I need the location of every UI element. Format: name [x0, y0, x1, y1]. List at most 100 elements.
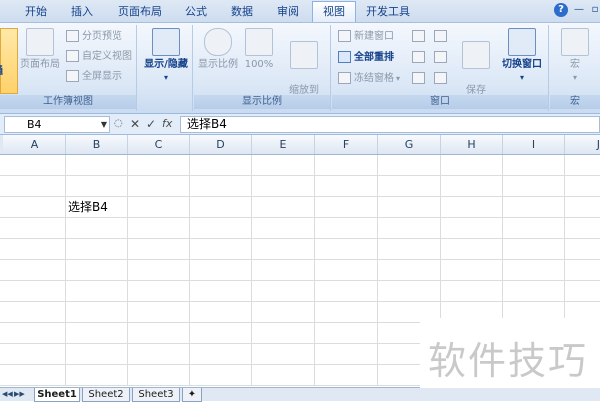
unhide-window-button[interactable]: [412, 71, 428, 87]
zoom-100-label: 100%: [244, 59, 274, 70]
show-hide-button[interactable]: 显示/隐藏 ▾: [142, 28, 190, 84]
tab-insert[interactable]: 插入: [64, 2, 100, 21]
arrange-all-icon: [338, 51, 351, 63]
help-icon[interactable]: ?: [554, 3, 568, 17]
column-header-d[interactable]: D: [190, 135, 252, 154]
enter-check-icon[interactable]: ✓: [146, 116, 156, 132]
first-sheet-icon[interactable]: ◀◀: [2, 389, 13, 400]
switch-windows-label: 切换窗口: [502, 59, 542, 70]
view-side-by-side-button[interactable]: [434, 29, 450, 45]
column-header-f[interactable]: F: [315, 135, 378, 154]
watermark-text: 软件技巧: [428, 339, 589, 383]
ribbon: 普通 页面布局 分页预览 自定义视图 全屏显示 工作簿视图 显示/隐藏 ▾ 显示…: [0, 23, 600, 114]
group-show-hide: 显示/隐藏 ▾: [138, 25, 193, 111]
page-break-preview-icon: [66, 30, 79, 42]
minimize-icon[interactable]: —: [572, 3, 586, 17]
synchronous-scrolling-icon: [434, 51, 447, 63]
switch-windows-button[interactable]: 切换窗口 ▾: [498, 28, 546, 84]
sheet-tab-bar: ◀◀ ▶▶ Sheet1 Sheet2 Sheet3 ✦: [0, 387, 600, 402]
unhide-window-icon: [412, 72, 425, 84]
column-headers: A B C D E F G H I J: [0, 135, 600, 155]
arrange-all-button[interactable]: 全部重排: [338, 50, 394, 66]
split-button[interactable]: [412, 29, 428, 45]
page-layout-view-button[interactable]: 页面布局: [18, 28, 62, 71]
freeze-panes-label: 冻结窗格: [354, 73, 394, 84]
normal-view-button[interactable]: 普通: [0, 28, 18, 94]
gridline: [377, 155, 378, 386]
new-window-button[interactable]: 新建窗口: [338, 29, 394, 45]
page-break-preview-button[interactable]: 分页预览: [66, 29, 122, 45]
zoom-group-label: 显示比例: [194, 95, 330, 109]
cancel-icon[interactable]: ✕: [130, 116, 140, 132]
zoom-button[interactable]: 显示比例: [198, 28, 238, 71]
column-header-g[interactable]: G: [378, 135, 441, 154]
new-window-label: 新建窗口: [354, 31, 394, 42]
full-screen-icon: [66, 70, 79, 82]
save-workspace-icon: [462, 41, 490, 69]
custom-views-button[interactable]: 自定义视图: [66, 49, 132, 65]
page-layout-view-label: 页面布局: [20, 59, 60, 70]
insert-function-icon[interactable]: fx: [162, 116, 172, 132]
name-box-dropdown-icon[interactable]: ▼: [79, 117, 107, 132]
gridline: [314, 155, 315, 386]
reset-window-position-button[interactable]: [434, 71, 450, 87]
column-header-h[interactable]: H: [441, 135, 503, 154]
column-header-j[interactable]: J: [565, 135, 600, 154]
tab-formulas[interactable]: 公式: [178, 2, 214, 21]
last-sheet-icon[interactable]: ▶▶: [14, 389, 25, 400]
formula-bar-handle-icon[interactable]: ◌: [114, 116, 123, 132]
macros-group-label: 宏: [550, 95, 600, 109]
restore-icon[interactable]: ▫: [588, 3, 600, 17]
window-group-label: 窗口: [332, 95, 548, 109]
zoom-to-selection-icon: [290, 41, 318, 69]
macros-dropdown-icon: ▾: [572, 73, 577, 82]
column-header-b[interactable]: B: [66, 135, 128, 154]
gridline: [127, 155, 128, 386]
view-side-by-side-icon: [434, 30, 447, 42]
arrange-all-label: 全部重排: [354, 52, 394, 63]
column-header-c[interactable]: C: [128, 135, 190, 154]
workbook-views-group-label: 工作簿视图: [0, 95, 136, 109]
tab-data[interactable]: 数据: [224, 2, 260, 21]
switch-windows-icon: [508, 28, 536, 56]
freeze-panes-dropdown-icon: ▾: [396, 74, 401, 83]
show-hide-dropdown-icon: ▾: [163, 73, 168, 82]
group-macros: 宏 ▾ 宏: [550, 25, 600, 111]
tab-page-layout[interactable]: 页面布局: [110, 2, 170, 21]
full-screen-button[interactable]: 全屏显示: [66, 69, 122, 85]
name-box[interactable]: B4 ▼: [4, 116, 110, 133]
freeze-panes-button[interactable]: 冻结窗格 ▾: [338, 71, 400, 87]
synchronous-scrolling-button[interactable]: [434, 50, 450, 66]
formula-input-value: 选择B4: [187, 117, 227, 131]
macros-icon: [561, 28, 589, 56]
full-screen-label: 全屏显示: [82, 71, 122, 82]
show-hide-icon: [152, 28, 180, 56]
tab-view[interactable]: 视图: [312, 1, 356, 22]
ribbon-tab-bar: 开始 插入 页面布局 公式 数据 审阅 视图 开发工具 ? — ▫: [0, 0, 600, 23]
switch-windows-dropdown-icon: ▾: [519, 73, 524, 82]
select-all-corner[interactable]: [0, 135, 3, 154]
gridline: [65, 155, 66, 386]
reset-window-position-icon: [434, 72, 447, 84]
custom-views-icon: [66, 50, 79, 62]
hide-window-icon: [412, 51, 425, 63]
column-header-a[interactable]: A: [4, 135, 66, 154]
tab-review[interactable]: 审阅: [270, 2, 306, 21]
tab-home[interactable]: 开始: [16, 2, 56, 21]
column-header-i[interactable]: I: [503, 135, 565, 154]
gridline: [251, 155, 252, 386]
group-workbook-views: 普通 页面布局 分页预览 自定义视图 全屏显示 工作簿视图: [0, 25, 137, 111]
formula-input[interactable]: 选择B4: [180, 116, 600, 133]
normal-view-label: 普通: [0, 65, 3, 78]
custom-views-label: 自定义视图: [82, 51, 132, 62]
macros-button[interactable]: 宏 ▾: [556, 28, 594, 84]
cell-b4[interactable]: 选择B4: [68, 198, 108, 216]
page-layout-icon: [26, 28, 54, 56]
hide-window-button[interactable]: [412, 50, 428, 66]
group-zoom: 显示比例 100% 缩放到 选定区域 显示比例: [194, 25, 331, 111]
tab-developer[interactable]: 开发工具: [362, 2, 414, 21]
macros-button-label: 宏: [570, 59, 580, 70]
zoom-100-button[interactable]: 100%: [242, 28, 276, 71]
formula-bar: B4 ▼ ◌ ✕ ✓ fx 选择B4: [0, 114, 600, 135]
column-header-e[interactable]: E: [252, 135, 315, 154]
